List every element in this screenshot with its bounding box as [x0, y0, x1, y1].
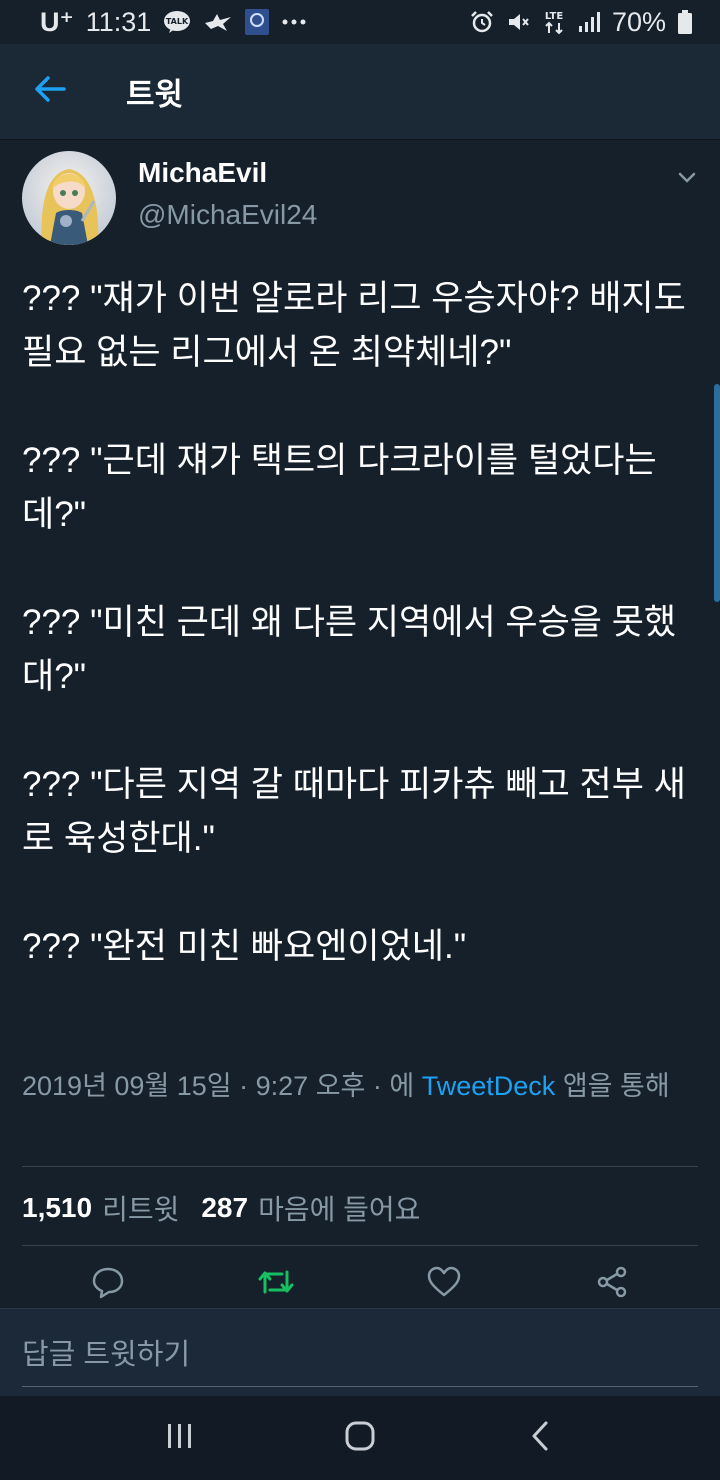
home-icon [344, 1420, 376, 1457]
retweet-button[interactable] [246, 1260, 306, 1308]
like-label[interactable]: 마음에 들어요 [258, 1188, 420, 1228]
tweet-stats: 1,510 리트윗 287 마음에 들어요 [22, 1186, 420, 1230]
author-display-name[interactable]: MichaEvil [138, 157, 317, 189]
share-icon [595, 1265, 629, 1304]
reply-bar: 답글 트윗하기 [0, 1308, 720, 1396]
talk-icon: TALK [163, 10, 191, 34]
system-nav-bar [0, 1396, 720, 1480]
scrollbar[interactable] [714, 384, 720, 602]
like-button[interactable] [414, 1260, 474, 1308]
tweet-source-link[interactable]: TweetDeck [422, 1071, 556, 1101]
heart-icon [426, 1266, 462, 1303]
tweet-timestamp: 2019년 09월 15일 · 9:27 오후 · 에 [22, 1071, 415, 1101]
status-bar: U⁺ 11:31 TALK LTE 70% [0, 0, 720, 44]
svg-text:TALK: TALK [166, 17, 189, 26]
author-handle[interactable]: @MichaEvil24 [138, 199, 317, 231]
home-button[interactable] [320, 1396, 400, 1480]
chevron-left-icon [529, 1420, 551, 1457]
tweet-source-suffix: 앱을 통해 [562, 1071, 670, 1101]
app-bar: 트윗 [0, 44, 720, 140]
tweet-paragraph: ??? "쟤가 이번 알로라 리그 우승자야? 배지도 필요 없는 리그에서 온… [22, 279, 686, 372]
alarm-icon [470, 10, 494, 34]
like-count[interactable]: 287 [201, 1192, 248, 1224]
tweet-meta: 2019년 09월 15일 · 9:27 오후 · 에 TweetDeck 앱을… [22, 1064, 698, 1108]
signal-icon [578, 11, 600, 33]
reply-button[interactable] [78, 1260, 138, 1308]
tweet-paragraph: ??? "근데 쟤가 택트의 다크라이를 털었다는데?" [22, 441, 657, 534]
tweet-author: MichaEvil @MichaEvil24 [22, 148, 702, 248]
clock: 11:31 [85, 6, 152, 37]
tweet-paragraph: ??? "다른 지역 갈 때마다 피카츄 빼고 전부 새로 육성한대." [22, 765, 686, 858]
app-icon [245, 9, 270, 35]
tweet-paragraph: ??? "미친 근데 왜 다른 지역에서 우승을 못했대?" [22, 603, 677, 696]
back-button[interactable] [0, 44, 100, 140]
carrier-label: U⁺ [40, 6, 74, 37]
tweet-text: ??? "쟤가 이번 알로라 리그 우승자야? 배지도 필요 없는 리그에서 온… [22, 272, 702, 974]
share-button[interactable] [582, 1260, 642, 1308]
reply-input[interactable]: 답글 트윗하기 [22, 1327, 698, 1387]
tweet-actions [0, 1260, 720, 1308]
lte-icon: LTE [542, 8, 566, 36]
arrow-left-icon [34, 75, 66, 108]
retweet-icon [256, 1266, 296, 1303]
recents-icon [166, 1423, 194, 1454]
retweet-count[interactable]: 1,510 [22, 1192, 92, 1224]
page-title: 트윗 [126, 77, 184, 112]
bird-icon [203, 11, 233, 33]
more-dots-icon [281, 18, 307, 26]
avatar[interactable] [22, 151, 116, 245]
svg-text:LTE: LTE [545, 11, 564, 22]
divider [22, 1245, 698, 1246]
tweet-menu-button[interactable] [672, 162, 702, 192]
recent-apps-button[interactable] [140, 1396, 220, 1480]
retweet-label[interactable]: 리트윗 [102, 1188, 179, 1228]
mute-icon [506, 10, 530, 34]
divider [22, 1166, 698, 1167]
comment-icon [91, 1265, 125, 1304]
tweet-paragraph: ??? "완전 미친 빠요엔이었네." [22, 927, 467, 966]
back-nav-button[interactable] [500, 1396, 580, 1480]
chevron-down-icon [672, 172, 702, 196]
battery-percent: 70% [611, 6, 666, 37]
battery-icon [678, 10, 692, 34]
